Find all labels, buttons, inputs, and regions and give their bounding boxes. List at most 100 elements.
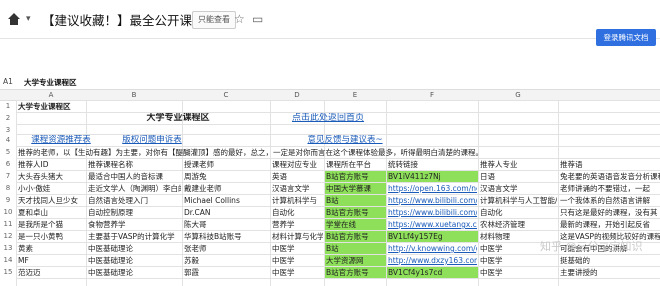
table-cell[interactable]: 只有这是最好的课程，没有其 xyxy=(560,207,660,218)
table-cell[interactable]: Dr.CAN xyxy=(184,207,269,218)
chevron-down-icon[interactable]: ▾ xyxy=(26,14,31,24)
table-cell[interactable]: 中医基础理论 xyxy=(88,255,181,266)
table-cell[interactable]: BV1iV411z7Nj xyxy=(388,171,477,182)
table-cell[interactable]: http://www.dxzy163.com/vie xyxy=(388,255,477,266)
row-number[interactable]: 8 xyxy=(0,184,16,192)
column-header-a[interactable]: A xyxy=(16,91,86,99)
table-cell[interactable]: https://www.bilibili.com/video xyxy=(388,195,477,206)
column-header-f[interactable]: F xyxy=(386,91,478,99)
table-header-cell[interactable]: 推荐课程名称 xyxy=(88,159,181,170)
back-home-link[interactable]: 点击此处返回首页 xyxy=(270,113,386,124)
table-cell[interactable]: 中医学 xyxy=(480,255,557,266)
formula-value[interactable]: 大学专业课程区 xyxy=(24,77,77,88)
table-cell[interactable]: 陈大哥 xyxy=(184,219,269,230)
login-button[interactable]: 登录腾讯文档 xyxy=(596,29,656,46)
table-cell[interactable]: 郭霞 xyxy=(184,267,269,278)
table-cell[interactable]: 兔老要的英语语音发音分析课程 xyxy=(560,171,660,182)
row-number[interactable]: 2 xyxy=(0,114,16,122)
column-header-g[interactable]: G xyxy=(478,91,558,99)
spreadsheet-grid[interactable]: 大学专业课程区 大学专业课程区 点击此处返回首页 课程资源推荐表 版权问题申诉表 意见反馈… xyxy=(16,100,660,286)
table-cell[interactable]: 汉语言文学 xyxy=(272,183,323,194)
row-number[interactable]: 1 xyxy=(0,102,16,110)
table-cell[interactable]: B站 xyxy=(326,195,385,206)
table-cell[interactable]: 日语 xyxy=(480,171,557,182)
row-number[interactable]: 15 xyxy=(0,268,16,276)
table-cell[interactable]: MF xyxy=(18,255,85,266)
copyright-appeal-link[interactable]: 版权问题申诉表 xyxy=(92,135,212,146)
table-cell[interactable]: 中医学 xyxy=(272,243,323,254)
table-cell[interactable]: 夏和卓山 xyxy=(18,207,85,218)
table-header-cell[interactable]: 推荐人ID xyxy=(18,159,85,170)
table-cell[interactable]: 中医学 xyxy=(480,267,557,278)
table-cell[interactable]: 老师讲诵的不要错过，一起 xyxy=(560,183,660,194)
table-cell[interactable]: 天才找同人旦少女 xyxy=(18,195,85,206)
table-cell[interactable]: 汉语言文学 xyxy=(480,183,557,194)
column-header-d[interactable]: D xyxy=(270,91,324,99)
row-number[interactable]: 3 xyxy=(0,126,16,134)
table-cell[interactable]: 材料计算与化学 xyxy=(272,231,323,242)
cell-reference[interactable]: A1 xyxy=(3,77,13,86)
table-cell[interactable]: 大头吞头猪大 xyxy=(18,171,85,182)
table-header-cell[interactable]: 授课老师 xyxy=(184,159,269,170)
document-info-icon[interactable]: ▭ xyxy=(252,12,263,26)
section-title[interactable]: 大学专业课程区 xyxy=(18,101,318,112)
table-cell[interactable]: 是我所是个猫 xyxy=(18,219,85,230)
table-cell[interactable]: 周游兔 xyxy=(184,171,269,182)
table-cell[interactable]: 计算机科学与 xyxy=(272,195,323,206)
feedback-form-link[interactable]: 意见反馈与建议表~ xyxy=(270,135,420,146)
table-cell[interactable]: 食物营养学 xyxy=(88,219,181,230)
home-icon[interactable] xyxy=(6,11,22,27)
table-cell[interactable]: 戴建业老师 xyxy=(184,183,269,194)
table-cell[interactable]: 英语 xyxy=(272,171,323,182)
column-header-e[interactable]: E xyxy=(324,91,386,99)
row-number[interactable]: 9 xyxy=(0,196,16,204)
table-cell[interactable]: Michael Collins xyxy=(184,195,269,206)
table-cell[interactable]: 小小·傲娃 xyxy=(18,183,85,194)
table-cell[interactable]: BV1Cf4y1s7cd xyxy=(388,267,477,278)
table-cell[interactable]: 是一只小黄鸭 xyxy=(18,231,85,242)
table-header-cell[interactable]: 推荐人专业 xyxy=(480,159,557,170)
row-number[interactable]: 4 xyxy=(0,136,16,144)
table-cell[interactable]: B站官方账号 xyxy=(326,171,385,182)
readonly-badge[interactable]: 只能查看 xyxy=(192,11,236,29)
column-header-c[interactable]: C xyxy=(182,91,270,99)
table-cell[interactable]: 主要基于VASP的计算化学 xyxy=(88,231,181,242)
instruction-text[interactable]: 推荐的老师，以【生动有趣】为主要，对你有【醍醐灌顶】感的最好，总之，一定是对你而… xyxy=(18,147,648,158)
table-cell[interactable]: B站官方账号 xyxy=(326,267,385,278)
table-header-cell[interactable]: 课程对应专业 xyxy=(272,159,323,170)
table-cell[interactable]: 自动化 xyxy=(480,207,557,218)
star-icon[interactable]: ☆ xyxy=(234,12,245,26)
table-cell[interactable]: 挺基础的 xyxy=(560,255,660,266)
table-cell[interactable]: 中医学 xyxy=(272,267,323,278)
row-number[interactable]: 14 xyxy=(0,256,16,264)
table-cell[interactable]: 主要讲授的 xyxy=(560,267,660,278)
table-cell[interactable]: https://www.bilibili.com/vi xyxy=(388,207,477,218)
table-cell[interactable]: 自然语言处理入门 xyxy=(88,195,181,206)
table-cell[interactable]: 最适合中国人的音标课 xyxy=(88,171,181,182)
table-cell[interactable]: 华算科技B站账号 xyxy=(184,231,269,242)
table-cell[interactable]: 自动控制原理 xyxy=(88,207,181,218)
table-cell[interactable]: 自动化 xyxy=(272,207,323,218)
table-header-cell[interactable]: 课程所在平台 xyxy=(326,159,385,170)
table-cell[interactable]: http://v.knowwing.com/gme xyxy=(388,243,477,254)
table-cell[interactable]: 中医基础理论 xyxy=(88,243,181,254)
row-number[interactable]: 11 xyxy=(0,220,16,228)
table-header-cell[interactable]: 统转链接 xyxy=(388,159,477,170)
row-number[interactable]: 6 xyxy=(0,160,16,168)
row-number[interactable]: 5 xyxy=(0,148,16,156)
table-cell[interactable]: 最新的课程，开始引起反省 xyxy=(560,219,660,230)
table-cell[interactable]: B站官方账号 xyxy=(326,231,385,242)
table-cell[interactable]: 中国大学慕课 xyxy=(326,183,385,194)
table-cell[interactable]: 学堂在线 xyxy=(326,219,385,230)
region-heading[interactable]: 大学专业课程区 xyxy=(86,113,270,124)
row-number[interactable]: 7 xyxy=(0,172,16,180)
table-cell[interactable]: BV1Lf4y157Eg xyxy=(388,231,477,242)
table-cell[interactable]: 中医学 xyxy=(272,255,323,266)
table-header-cell[interactable]: 推荐语 xyxy=(560,159,660,170)
table-cell[interactable]: 中医基础理论 xyxy=(88,267,181,278)
table-cell[interactable]: 营养学 xyxy=(272,219,323,230)
table-cell[interactable]: 走近文学人（陶渊明）李白的诗 xyxy=(88,183,181,194)
table-cell[interactable]: 范迈迈 xyxy=(18,267,85,278)
table-cell[interactable]: 一个我体系的自然语言讲解 xyxy=(560,195,660,206)
table-cell[interactable]: B站官方账号 xyxy=(326,207,385,218)
